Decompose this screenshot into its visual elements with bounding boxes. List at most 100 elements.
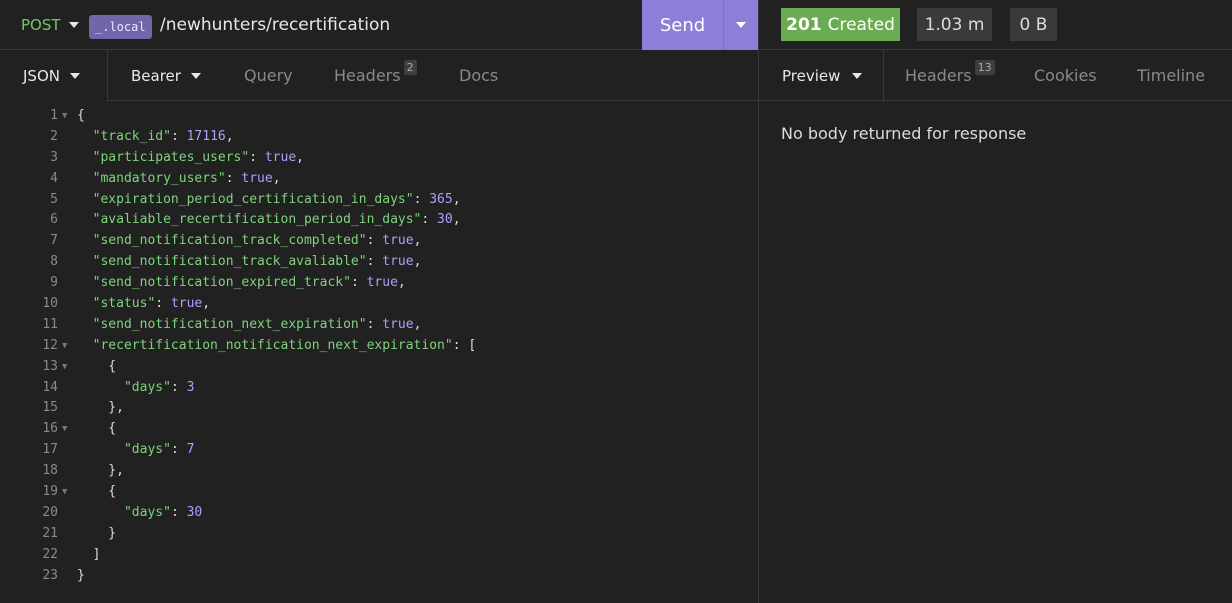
- url-bar: POST _.local /newhunters/recertification…: [0, 0, 758, 50]
- tab-preview[interactable]: Preview: [759, 50, 884, 102]
- code-line[interactable]: 14 "days": 3: [0, 378, 758, 399]
- line-number: 19: [42, 484, 58, 500]
- chevron-down-icon: [68, 22, 79, 28]
- code-line[interactable]: 9 "send_notification_expired_track": tru…: [0, 273, 758, 294]
- headers-count-badge: 2: [403, 60, 417, 75]
- code-line[interactable]: 15 },: [0, 398, 758, 419]
- empty-response-message: No body returned for response: [781, 124, 1027, 143]
- code-text: "recertification_notification_next_expir…: [92, 337, 477, 353]
- line-number: 15: [42, 400, 58, 416]
- code-line[interactable]: 1 ▼ {: [0, 106, 758, 127]
- line-number: 1: [50, 108, 58, 123]
- chevron-down-icon: [852, 73, 863, 79]
- line-number: 23: [42, 567, 58, 583]
- fold-toggle-icon[interactable]: ▼: [62, 106, 67, 127]
- chevron-down-icon: [190, 72, 201, 79]
- code-line[interactable]: 6 "avaliable_recertification_period_in_d…: [0, 210, 758, 231]
- line-number: 14: [42, 379, 58, 395]
- tab-preview-label: Preview: [782, 67, 841, 85]
- line-number: 8: [50, 254, 58, 270]
- code-text: "send_notification_expired_track": true,: [92, 275, 406, 291]
- method-dropdown[interactable]: POST: [21, 0, 79, 50]
- line-number: 3: [50, 149, 58, 165]
- code-text: "status": true,: [92, 296, 211, 312]
- tab-auth-label: Bearer: [131, 66, 181, 85]
- code-line[interactable]: 11 "send_notification_next_expiration": …: [0, 315, 758, 336]
- code-line[interactable]: 23}: [0, 566, 758, 587]
- chevron-down-icon: [69, 73, 80, 79]
- code-line[interactable]: 8 "send_notification_track_avaliable": t…: [0, 252, 758, 273]
- line-number: 12: [42, 337, 58, 353]
- code-line[interactable]: 17 "days": 7: [0, 440, 758, 461]
- line-number: 7: [50, 233, 58, 249]
- response-size-badge: 0 B: [1010, 8, 1057, 41]
- tab-headers[interactable]: Headers 2: [334, 50, 417, 101]
- fold-toggle-icon[interactable]: ▼: [62, 482, 67, 503]
- line-number: 17: [42, 442, 58, 458]
- status-code: 201: [786, 14, 822, 35]
- code-line[interactable]: 5 "expiration_period_certification_in_da…: [0, 190, 758, 211]
- line-number: 9: [50, 275, 58, 291]
- line-number: 13: [42, 358, 58, 374]
- tab-auth[interactable]: Bearer: [131, 50, 201, 101]
- code-text: {: [77, 358, 117, 374]
- code-line[interactable]: 22 ]: [0, 545, 758, 566]
- fold-toggle-icon[interactable]: ▼: [62, 419, 67, 440]
- code-line[interactable]: 3 "participates_users": true,: [0, 148, 758, 169]
- code-line[interactable]: 12 ▼ "recertification_notification_next_e…: [0, 336, 758, 357]
- code-text: {: [77, 484, 117, 500]
- request-tabs: JSON Bearer Query Headers 2 Docs: [0, 50, 758, 102]
- fold-toggle-icon[interactable]: ▼: [62, 336, 67, 357]
- code-text: },: [77, 463, 124, 479]
- tab-response-headers[interactable]: Headers 13: [905, 50, 995, 101]
- tab-docs[interactable]: Docs: [459, 50, 498, 101]
- line-number: 6: [50, 212, 58, 228]
- status-badge: 201 Created: [781, 8, 900, 41]
- code-text: "expiration_period_certification_in_days…: [92, 191, 461, 207]
- code-text: "participates_users": true,: [92, 149, 304, 165]
- tab-body-label: JSON: [23, 67, 60, 85]
- code-line[interactable]: 16 ▼ {: [0, 419, 758, 440]
- method-label: POST: [21, 16, 61, 34]
- code-line[interactable]: 10 "status": true,: [0, 294, 758, 315]
- code-text: }: [77, 567, 85, 583]
- code-text: "send_notification_next_expiration": tru…: [92, 316, 422, 332]
- code-line[interactable]: 20 "days": 30: [0, 503, 758, 524]
- code-text: "send_notification_track_avaliable": tru…: [92, 254, 422, 270]
- code-text: "send_notification_track_completed": tru…: [92, 233, 422, 249]
- line-number: 10: [42, 296, 58, 312]
- send-options-button[interactable]: [723, 0, 758, 50]
- code-line[interactable]: 19 ▼ {: [0, 482, 758, 503]
- tab-headers-label: Headers: [334, 66, 401, 85]
- tab-timeline[interactable]: Timeline: [1137, 50, 1205, 101]
- code-text: "days": 3: [123, 379, 195, 395]
- code-line[interactable]: 13 ▼ {: [0, 357, 758, 378]
- code-text: ]: [77, 546, 101, 562]
- environment-variable-chip[interactable]: _.local: [89, 15, 152, 39]
- response-time-badge: 1.03 m: [917, 8, 992, 41]
- code-text: }: [77, 525, 117, 541]
- url-input[interactable]: /newhunters/recertification: [160, 0, 390, 50]
- line-number: 21: [42, 525, 58, 541]
- send-button[interactable]: Send: [642, 0, 723, 50]
- response-pane: 201 Created 1.03 m 0 B Preview Headers 1…: [759, 0, 1232, 603]
- code-text: },: [77, 400, 124, 416]
- code-text: "days": 30: [123, 504, 203, 520]
- line-number: 22: [42, 546, 58, 562]
- line-number: 2: [50, 128, 58, 144]
- code-line[interactable]: 2 "track_id": 17116,: [0, 127, 758, 148]
- tab-response-headers-label: Headers: [905, 66, 972, 85]
- fold-toggle-icon[interactable]: ▼: [62, 357, 67, 378]
- code-text: {: [77, 421, 117, 437]
- code-line[interactable]: 21 }: [0, 524, 758, 545]
- status-text: Created: [827, 14, 895, 35]
- code-line[interactable]: 4 "mandatory_users": true,: [0, 169, 758, 190]
- code-line[interactable]: 18 },: [0, 461, 758, 482]
- tab-body[interactable]: JSON: [0, 50, 108, 102]
- code-line[interactable]: 7 "send_notification_track_completed": t…: [0, 231, 758, 252]
- tab-query[interactable]: Query: [244, 50, 293, 101]
- tab-cookies[interactable]: Cookies: [1034, 50, 1097, 101]
- json-body-editor[interactable]: 1 ▼ {2 "track_id": 17116, 3 "participates_u…: [0, 106, 758, 586]
- line-number: 18: [42, 463, 58, 479]
- line-number: 5: [50, 191, 58, 207]
